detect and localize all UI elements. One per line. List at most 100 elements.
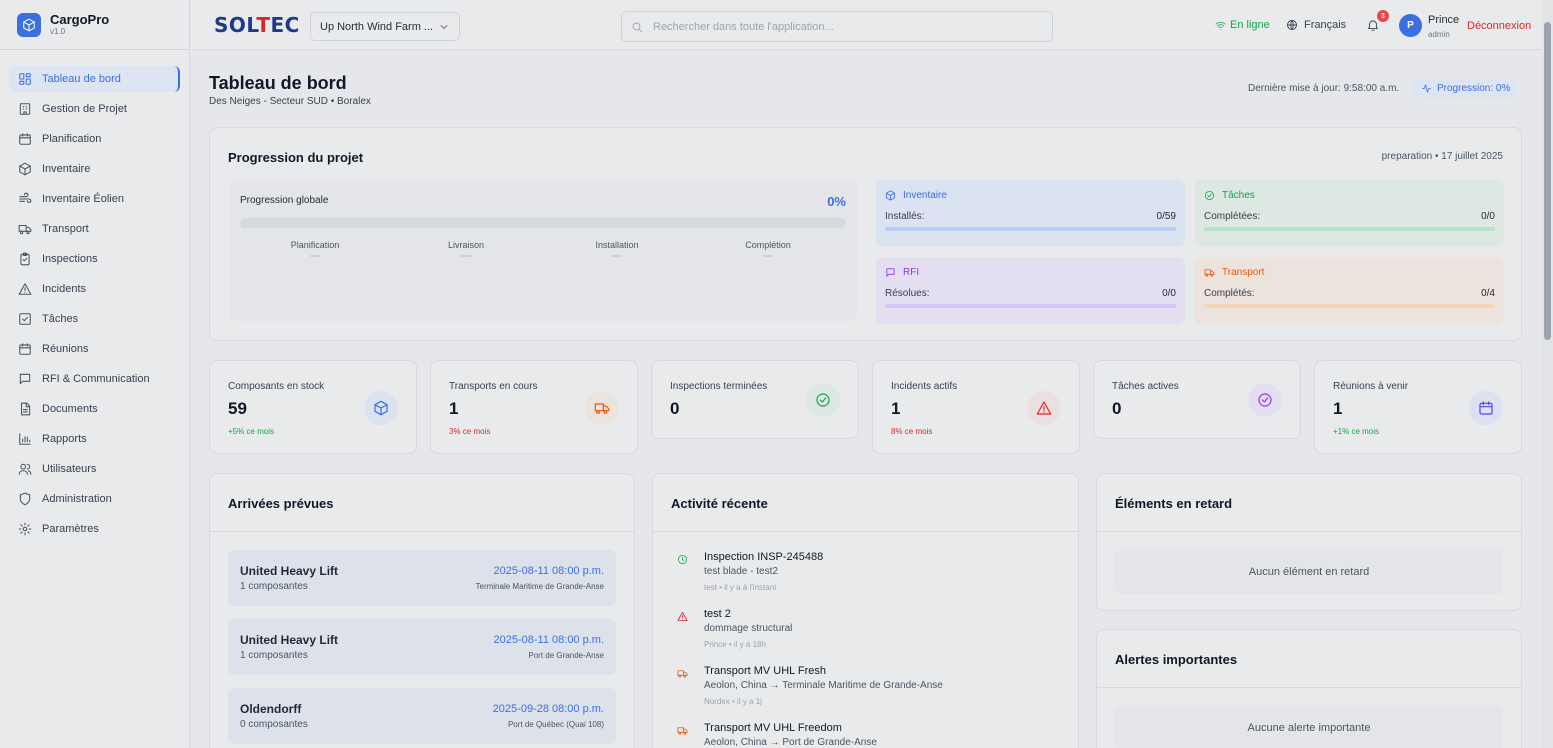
stat-value: 1 [891, 399, 901, 418]
sidebar: CargoPro v1.0 Tableau de bord Gestion de … [0, 0, 190, 748]
box-icon [373, 400, 389, 416]
sidebar-item-rfi-communication[interactable]: RFI & Communication [9, 366, 180, 392]
progress-card-taches[interactable]: Tâches Complétées: 0/0 [1195, 180, 1504, 247]
logo-text-left: SOL [214, 13, 257, 37]
activity-icon-wrap [677, 611, 688, 622]
scrollbar-thumb[interactable] [1544, 22, 1551, 340]
search-bar[interactable] [621, 11, 1053, 42]
user-name: Prince [1428, 14, 1460, 26]
page-scrollbar[interactable] [1542, 0, 1553, 748]
sidebar-item-label: Utilisateurs [42, 463, 97, 475]
sidebar-item-taches[interactable]: Tâches [9, 306, 180, 332]
stat-icon-badge [1248, 383, 1282, 417]
activity-meta: Nordex • il y a 1j [704, 697, 762, 706]
sidebar-item-inventaire-eolien[interactable]: Inventaire Éolien [9, 186, 180, 212]
activity-item[interactable]: test 2 dommage structural Prince • il y a … [671, 608, 1061, 656]
sidebar-item-label: Incidents [42, 283, 87, 295]
check-circle-icon [815, 392, 831, 408]
sidebar-item-label: RFI & Communication [42, 373, 150, 385]
progress-card-bar [885, 304, 1176, 308]
sidebar-item-inventaire[interactable]: Inventaire [9, 156, 180, 182]
stat-label: Réunions à venir [1333, 381, 1409, 392]
main-content: Tableau de bord Des Neiges - Secteur SUD… [191, 51, 1541, 748]
arrival-item[interactable]: United Heavy Lift 1 composantes 2025-08-11… [228, 550, 616, 606]
sidebar-item-parametres[interactable]: Paramètres [9, 516, 180, 542]
sidebar-item-reunions[interactable]: Réunions [9, 336, 180, 362]
progress-card-label: Tâches [1222, 190, 1255, 201]
stat-value: 0 [670, 399, 680, 418]
progress-card-inventaire[interactable]: Inventaire Installés: 0/59 [876, 180, 1185, 247]
last-update: Dernière mise à jour: 9:58:00 a.m. [1248, 83, 1400, 94]
sidebar-item-gestion-de-projet[interactable]: Gestion de Projet [9, 96, 180, 122]
progress-card-title: Transport [1204, 267, 1264, 278]
notification-badge: 3 [1377, 10, 1389, 22]
activity-meta: test • il y a à l'instant [704, 583, 777, 592]
sidebar-item-documents[interactable]: Documents [9, 396, 180, 422]
calendar-icon [18, 342, 32, 356]
stat-card[interactable]: Incidents actifs 1 8% ce mois [872, 360, 1080, 454]
phase-completion: Complétion [745, 240, 791, 250]
phase-planification: Planification [290, 240, 340, 250]
search-input[interactable] [653, 20, 1033, 33]
sidebar-item-planification[interactable]: Planification [9, 126, 180, 152]
sidebar-item-incidents[interactable]: Incidents [9, 276, 180, 302]
stat-card[interactable]: Tâches actives 0 [1093, 360, 1301, 439]
stat-value: 1 [1333, 399, 1343, 418]
stat-trend: 8% ce mois [891, 427, 933, 436]
progress-card-label: Transport [1222, 267, 1265, 278]
arrivals-card: Arrivées prévues United Heavy Lift 1 comp… [209, 473, 635, 748]
progress-card-key: Résolues: [885, 288, 930, 299]
progress-card-bar [1204, 304, 1495, 308]
progress-card-transport[interactable]: Transport Complétés: 0/4 [1195, 257, 1504, 324]
truck-icon [677, 725, 688, 736]
page-subtitle: Des Neiges - Secteur SUD • Boralex [209, 96, 371, 107]
activity-item[interactable]: Transport MV UHL Fresh Aeolon, China → Te… [671, 665, 1061, 713]
recent-activity-title: Activité récente [671, 496, 768, 511]
activity-item[interactable]: Transport MV UHL Freedom Aeolon, China → … [671, 722, 1061, 748]
phase-livraison: Livraison [447, 240, 485, 250]
sidebar-item-label: Réunions [42, 343, 89, 355]
sidebar-item-rapports[interactable]: Rapports [9, 426, 180, 452]
sidebar-item-utilisateurs[interactable]: Utilisateurs [9, 456, 180, 482]
progress-card-key: Complétées: [1204, 211, 1261, 222]
avatar[interactable]: P [1399, 14, 1422, 37]
activity-description: dommage structural [704, 623, 793, 634]
language-switcher[interactable]: Français [1286, 19, 1346, 31]
top-header: SOLTEC Up North Wind Farm ... En ligne F… [191, 0, 1541, 50]
soltec-logo[interactable]: SOLTEC [214, 13, 300, 37]
sidebar-item-tableau-de-bord[interactable]: Tableau de bord [9, 66, 180, 92]
activity-description: Aeolon, China → Port de Grande-Anse [704, 737, 877, 748]
sidebar-item-inspections[interactable]: Inspections [9, 246, 180, 272]
progress-card-label: Inventaire [903, 190, 947, 201]
arrival-item[interactable]: Oldendorff 0 composantes 2025-09-28 08:00 … [228, 688, 616, 744]
check-circle-icon [1257, 392, 1273, 408]
stat-card[interactable]: Composants en stock 59 +5% ce mois [209, 360, 417, 454]
logout-button[interactable]: Déconnexion [1467, 20, 1531, 32]
progress-card-rfi[interactable]: RFI Résolues: 0/0 [876, 257, 1185, 324]
sidebar-item-label: Inventaire Éolien [42, 193, 124, 205]
app-version: v1.0 [50, 27, 66, 36]
project-progress-title: Progression du projet [228, 150, 364, 165]
sidebar-item-label: Tâches [42, 313, 79, 325]
sidebar-item-transport[interactable]: Transport [9, 216, 180, 242]
activity-item[interactable]: Inspection INSP-245488 test blade - test2… [671, 551, 1061, 599]
stat-card[interactable]: Inspections terminées 0 [651, 360, 859, 439]
search-icon [631, 21, 643, 33]
late-items-title: Éléments en retard [1115, 496, 1233, 511]
stat-card[interactable]: Réunions à venir 1 +1% ce mois [1314, 360, 1522, 454]
progress-card-title: Inventaire [885, 190, 947, 201]
app-name: CargoPro [50, 12, 110, 27]
sidebar-nav: Tableau de bord Gestion de Projet Planific… [0, 50, 189, 542]
activity-title: Transport MV UHL Freedom [704, 722, 842, 734]
stat-card[interactable]: Transports en cours 1 3% ce mois [430, 360, 638, 454]
project-select[interactable]: Up North Wind Farm ... [310, 12, 460, 41]
sidebar-item-administration[interactable]: Administration [9, 486, 180, 512]
box-icon [18, 162, 32, 176]
stat-label: Incidents actifs [891, 381, 958, 392]
box-icon [885, 190, 896, 201]
sidebar-item-label: Inventaire [42, 163, 91, 175]
phase-indicator [612, 255, 622, 257]
globe-icon [1286, 19, 1298, 31]
arrival-item[interactable]: United Heavy Lift 1 composantes 2025-08-11… [228, 619, 616, 675]
arrival-carrier: United Heavy Lift [240, 633, 339, 647]
